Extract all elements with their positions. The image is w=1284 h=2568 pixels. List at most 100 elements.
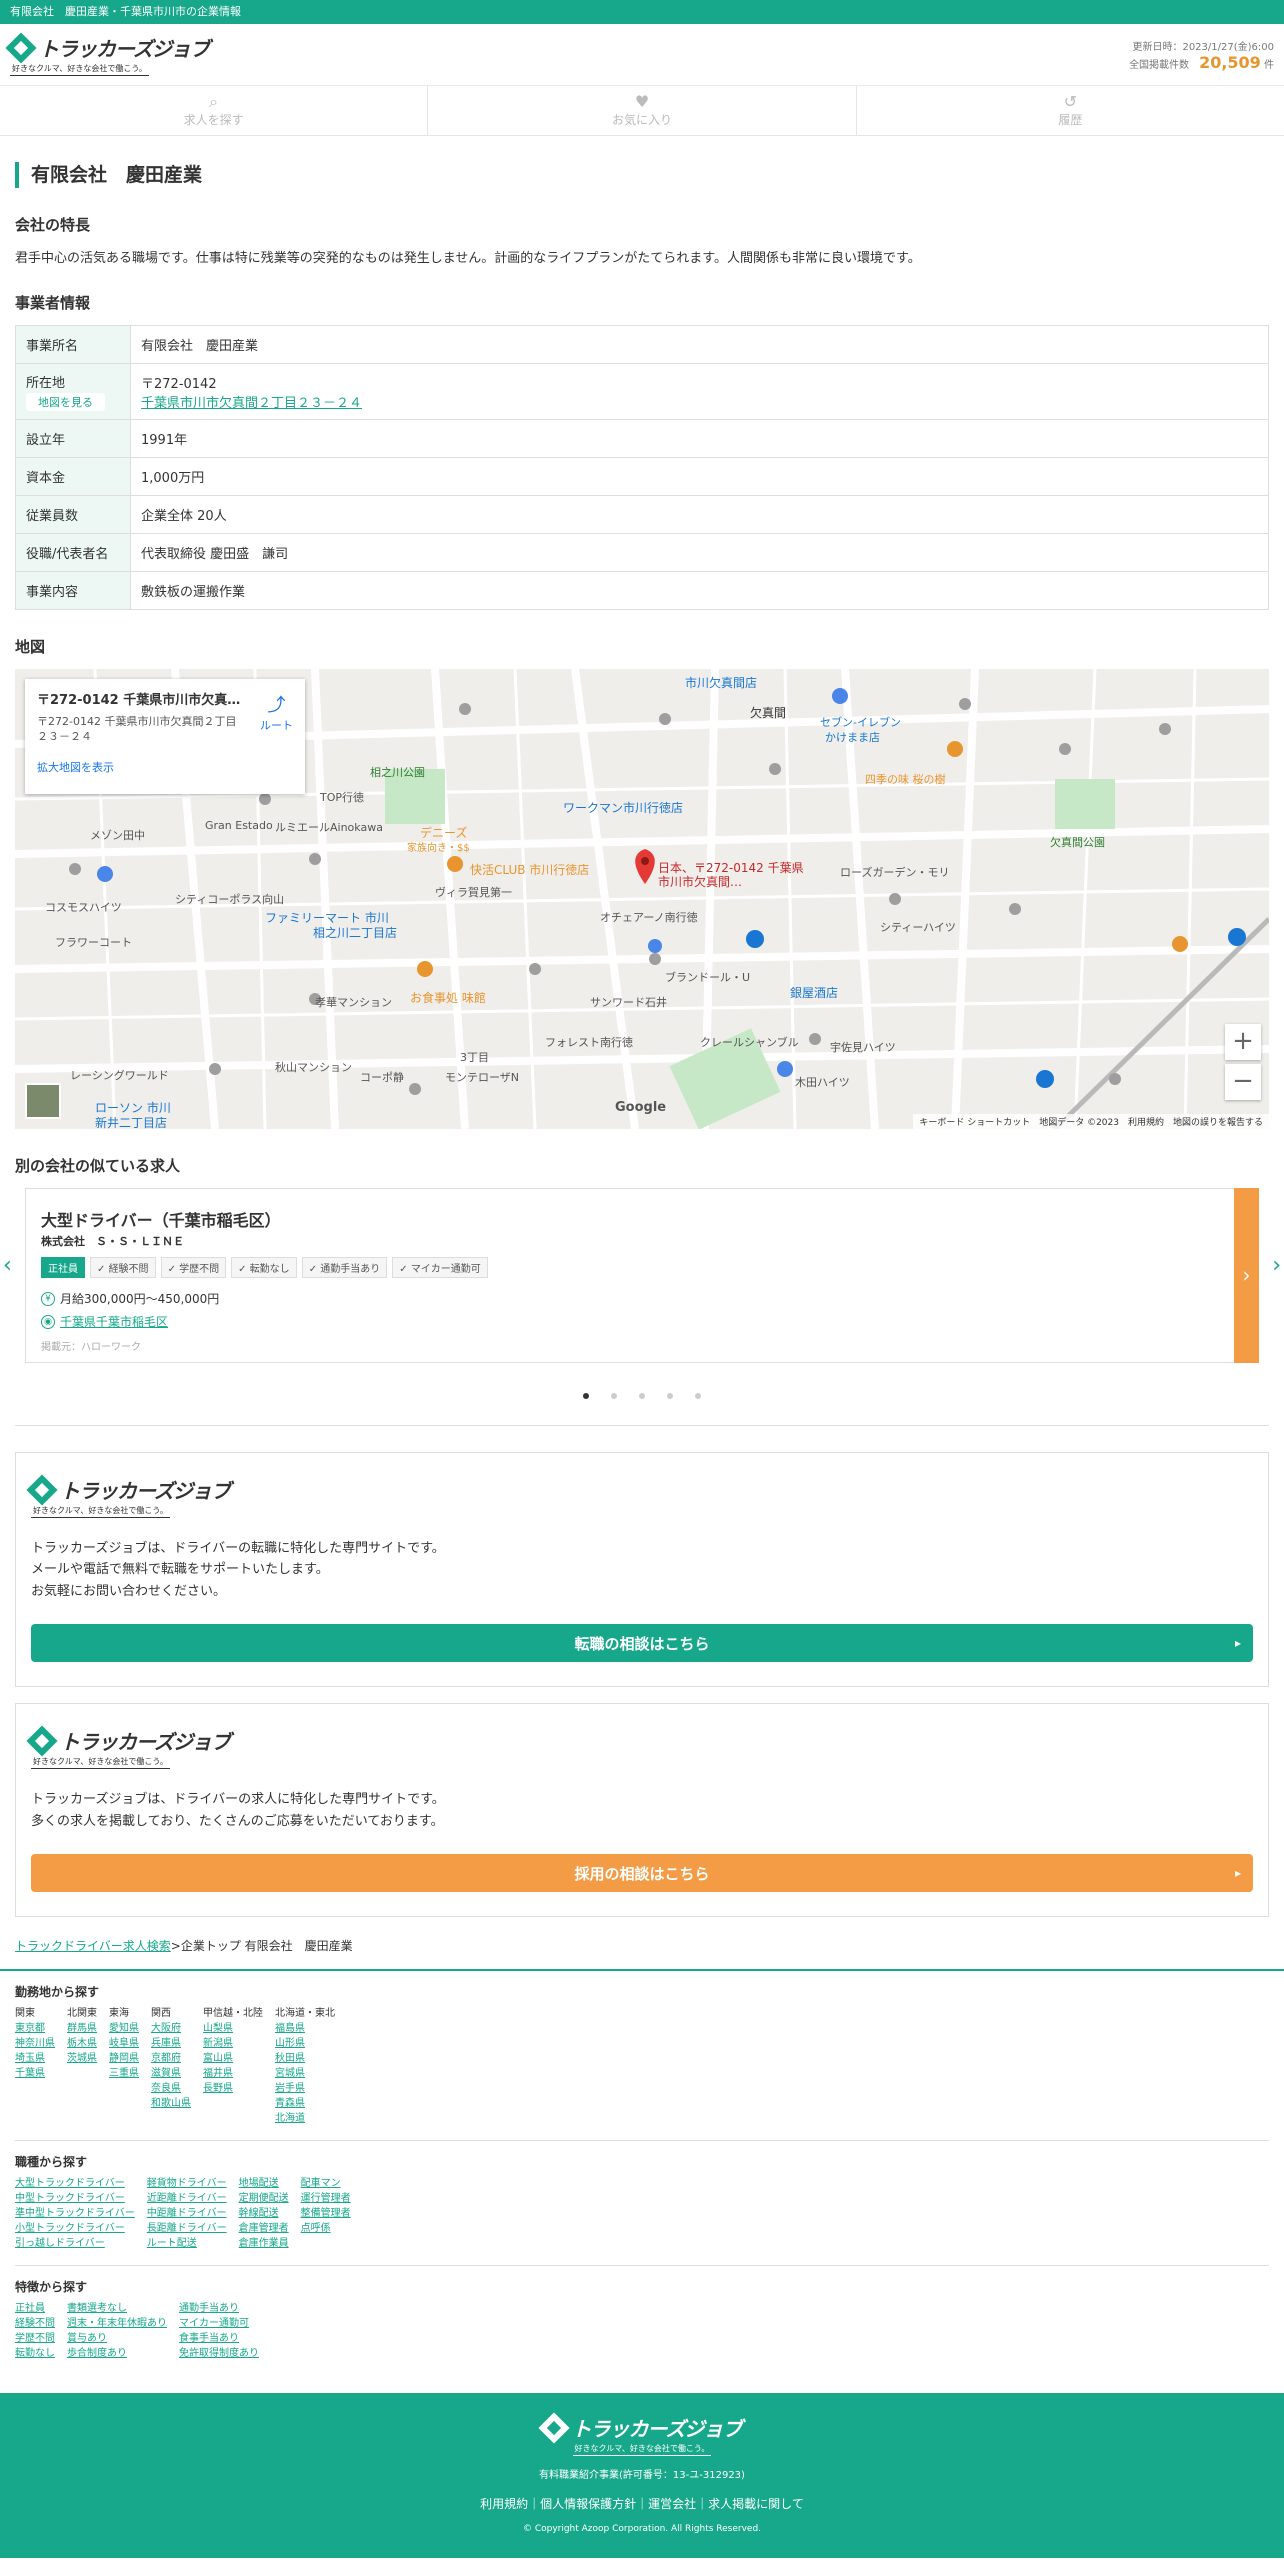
footer-link[interactable]: 書類選考なし [67,2301,167,2316]
footer-link[interactable]: 長距離ドライバー [147,2221,227,2236]
footer-link[interactable]: 倉庫作業員 [239,2236,289,2251]
footer-link[interactable]: 神奈川県 [15,2036,55,2051]
footer-link[interactable]: 食事手当あり [179,2331,259,2346]
job-card[interactable]: 大型ドライバー（千葉市稲毛区） 株式会社 Ｓ・Ｓ・ＬＩＮＥ 正社員 ✓ 経験不問… [25,1188,1259,1363]
nav-history[interactable]: ↺ 履歴 [857,86,1284,135]
next-card-tab[interactable]: › [1234,1188,1259,1363]
area-columns: 関東 東京都 神奈川県 埼玉県 千葉県 北関東 群馬県 栃木県 茨城県 東海 愛知県 岐阜県 静岡県 三重… [15,2006,1269,2126]
embedded-map[interactable]: 相之川公園 デニーズ 家族向き・$$ 快活CLUB 市川行徳店 ワークマン市川行… [15,669,1269,1129]
career-consult-button[interactable]: 転職の相談はこちら [31,1624,1253,1663]
job-tags: 正社員 ✓ 経験不問 ✓ 学歴不問 ✓ 転勤なし ✓ 通勤手当あり ✓ マイカー… [41,1257,1243,1278]
footer-link[interactable]: 正社員 [15,2301,55,2316]
carousel-dot[interactable] [611,1393,617,1399]
feature-columns: 正社員 経験不問 学歴不問 転勤なし 書類選考なし 週末・年末年休暇あり 賞与あり 歩合制度あ… [15,2301,1269,2361]
nav-favorites[interactable]: ♥ お気に入り [428,86,857,135]
address-link[interactable]: 千葉県市川市欠真間２丁目２３－２４ [141,396,362,411]
footer-link[interactable]: 山形県 [275,2036,335,2051]
footer-link[interactable]: 週末・年末年休暇あり [67,2316,167,2331]
carousel-next-icon[interactable]: › [1272,1253,1281,1278]
footer-link[interactable]: 岐阜県 [109,2036,139,2051]
footer-links[interactable]: 利用規約｜個人情報保護方針｜運営会社｜求人掲載に関して [0,2495,1284,2512]
carousel-dot[interactable] [667,1393,673,1399]
footer-link[interactable]: 運行管理者 [301,2191,351,2206]
row-value: 1991年 [130,419,1269,458]
zoom-in-button[interactable]: + [1225,1024,1261,1060]
logo-mark-icon [26,1725,58,1757]
footer-link[interactable]: 山梨県 [203,2021,263,2036]
footer-link[interactable]: 小型トラックドライバー [15,2221,135,2236]
footer-link[interactable]: マイカー通勤可 [179,2316,259,2331]
route-button[interactable]: ⤴ ルート [260,691,293,733]
footer-link[interactable]: 宮城県 [275,2066,335,2081]
footer-link[interactable]: 配車マン [301,2176,351,2191]
footer-link[interactable]: 免許取得制度あり [179,2346,259,2361]
job-location-link[interactable]: 千葉県千葉市稲毛区 [60,1313,168,1330]
footer-link[interactable]: ルート配送 [147,2236,227,2251]
footer-link[interactable]: 福井県 [203,2066,263,2081]
footer-link[interactable]: 栃木県 [67,2036,97,2051]
footer-link[interactable]: 東京都 [15,2021,55,2036]
footer-link[interactable]: 北海道 [275,2111,335,2126]
footer-logo[interactable]: トラッカーズジョブ 好きなクルマ、好きな会社で働こう。 [537,2412,743,2457]
footer-link[interactable]: 通勤手当あり [179,2301,259,2316]
footer-link[interactable]: 岩手県 [275,2081,335,2096]
footer-link[interactable]: 奈良県 [151,2081,191,2096]
footer-link[interactable]: 定期便配送 [239,2191,289,2206]
hiring-consult-button[interactable]: 採用の相談はこちら [31,1854,1253,1893]
footer-link[interactable]: 倉庫管理者 [239,2221,289,2236]
footer-link[interactable]: 転勤なし [15,2346,55,2361]
footer-link[interactable]: 青森県 [275,2096,335,2111]
zoom-out-button[interactable]: − [1225,1064,1261,1100]
footer-link[interactable]: 京都府 [151,2051,191,2066]
footer-link[interactable]: 引っ越しドライバー [15,2236,135,2251]
footer-link[interactable]: 大型トラックドライバー [15,2176,135,2191]
footer-link[interactable]: 軽貨物ドライバー [147,2176,227,2191]
footer-link[interactable]: 学歴不問 [15,2331,55,2346]
footer-link[interactable]: 地場配送 [239,2176,289,2191]
google-logo: Google [615,1100,667,1115]
nav-search[interactable]: ⌕ 求人を探す [0,86,429,135]
map-label: フラワーコート [55,936,132,949]
job-salary: 月給300,000円〜450,000円 [60,1292,220,1306]
footer-link[interactable]: 近距離ドライバー [147,2191,227,2206]
footer-link[interactable]: 幹線配送 [239,2206,289,2221]
site-logo[interactable]: トラッカーズジョブ 好きなクルマ、好きな会社で働こう。 [5,31,210,76]
footer-link[interactable]: 埼玉県 [15,2051,55,2066]
footer-link[interactable]: 長野県 [203,2081,263,2096]
table-row: 事業所名 有限会社 慶田産業 [15,325,1269,364]
carousel-dot[interactable] [583,1393,589,1399]
footer-link[interactable]: 大阪府 [151,2021,191,2036]
footer-link[interactable]: 新潟県 [203,2036,263,2051]
footer-link[interactable]: 点呼係 [301,2221,351,2236]
footer-link[interactable]: 準中型トラックドライバー [15,2206,135,2221]
job-source: 掲載元：ハローワーク [41,1342,141,1353]
footer-link[interactable]: 滋賀県 [151,2066,191,2081]
larger-map-link[interactable]: 拡大地図を表示 [37,759,293,775]
breadcrumb-link[interactable]: トラックドライバー求人検索 [15,1939,171,1953]
footer-link[interactable]: 兵庫県 [151,2036,191,2051]
logo-tagline: 好きなクルマ、好きな会社で働こう。 [572,2443,712,2457]
carousel-prev-icon[interactable]: ‹ [3,1253,12,1278]
footer-link[interactable]: 整備管理者 [301,2206,351,2221]
footer-link[interactable]: 茨城県 [67,2051,97,2066]
footer-link[interactable]: 経験不問 [15,2316,55,2331]
footer-link[interactable]: 静岡県 [109,2051,139,2066]
footer-link[interactable]: 中型トラックドライバー [15,2191,135,2206]
footer-link[interactable]: 富山県 [203,2051,263,2066]
footer-link[interactable]: 群馬県 [67,2021,97,2036]
footer-link[interactable]: 千葉県 [15,2066,55,2081]
map-thumbnail[interactable] [25,1083,61,1119]
footer-link[interactable]: 福島県 [275,2021,335,2036]
footer-link[interactable]: 歩合制度あり [67,2346,167,2361]
footer-link[interactable]: 三重県 [109,2066,139,2081]
map-label: ブランドール・U [665,971,751,984]
footer-link[interactable]: 秋田県 [275,2051,335,2066]
footer-link[interactable]: 和歌山県 [151,2096,191,2111]
footer-link[interactable]: 賞与あり [67,2331,167,2346]
view-map-button[interactable]: 地図を見る [26,393,105,411]
carousel-dot[interactable] [639,1393,645,1399]
footer-link[interactable]: 愛知県 [109,2021,139,2036]
updated-time: 更新日時：2023/1/27(金)6:00 [1132,41,1274,53]
carousel-dot[interactable] [695,1393,701,1399]
footer-link[interactable]: 中距離ドライバー [147,2206,227,2221]
